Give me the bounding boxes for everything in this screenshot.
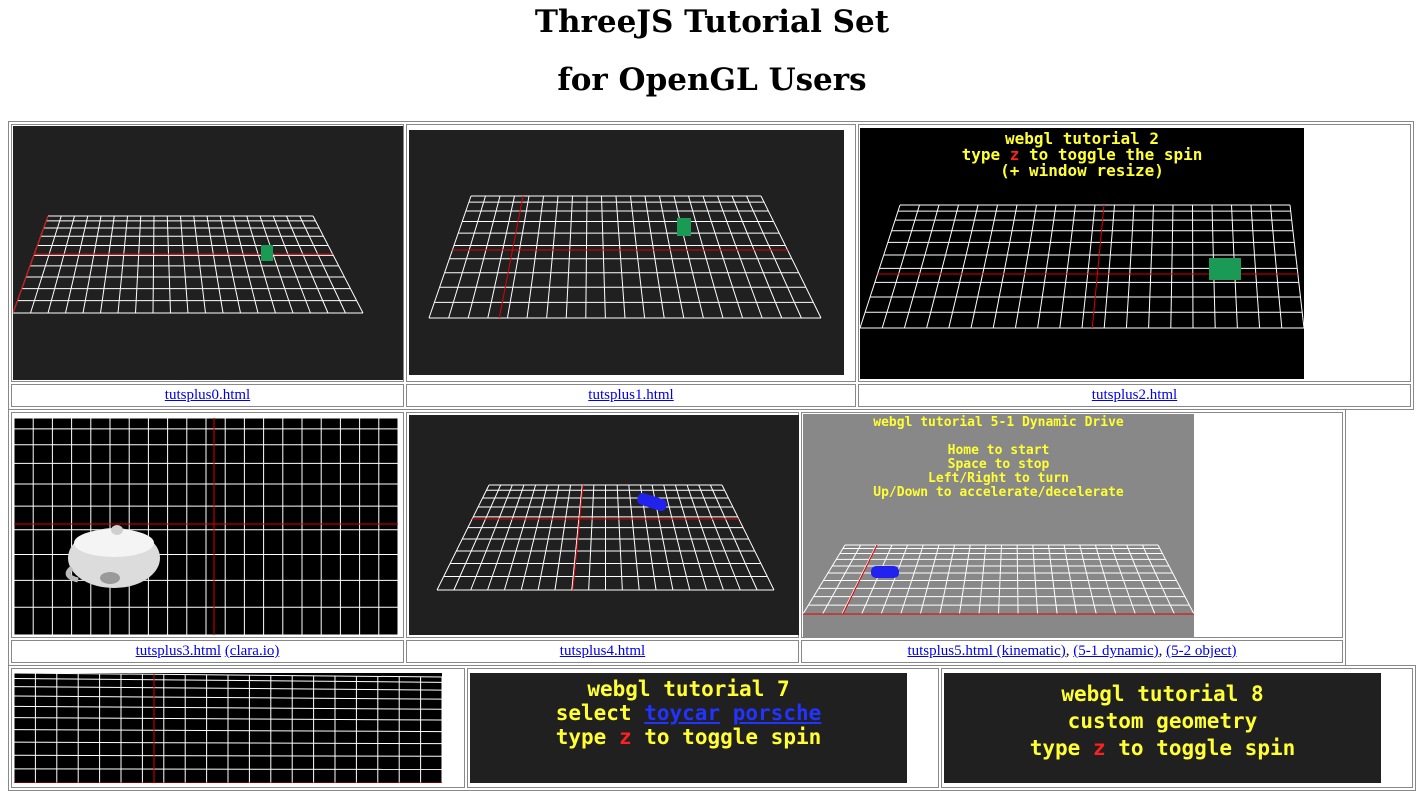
link-toycar[interactable]: toycar [644, 701, 720, 725]
tutorial-7-screenshot: webgl tutorial 7 select toycar porsche typ… [470, 673, 907, 783]
link-tutsplus2[interactable]: tutsplus2.html [1092, 387, 1177, 403]
overlay-text: select [555, 701, 645, 725]
link-tutsplus1[interactable]: tutsplus1.html [588, 387, 673, 403]
thumb-cell-6 [11, 668, 465, 788]
overlay-text: to toggle spin [631, 725, 822, 749]
tutorial-1-screenshot [409, 130, 844, 375]
thumb-cell-0 [11, 124, 404, 382]
overlay-line: select toycar porsche [470, 701, 907, 725]
tutorial-6-screenshot [14, 673, 442, 783]
thumb-cell-5: webgl tutorial 5-1 Dynamic Drive Home to … [801, 412, 1343, 638]
overlay-line: Up/Down to accelerate/decelerate [873, 485, 1124, 500]
tutorial-row-1: webgl tutorial 2 type z to toggle the spi… [8, 121, 1414, 410]
floor-grid [13, 215, 364, 314]
green-cube-icon [677, 218, 691, 236]
overlay-text: to toggle spin [1105, 736, 1296, 760]
caption-cell-4: tutsplus4.html [406, 640, 799, 663]
thumb-cell-8: webgl tutorial 8 custom geometry type z to… [941, 668, 1413, 788]
caption-cell-5: tutsplus5.html (kinematic), (5-1 dynamic… [801, 640, 1343, 663]
overlay-line: type z to toggle spin [944, 735, 1381, 762]
tutorial-5-screenshot: webgl tutorial 5-1 Dynamic Drive Home to … [803, 414, 1194, 637]
overlay-line: custom geometry [1067, 709, 1258, 733]
overlay-line: (+ window resize) [1000, 161, 1164, 180]
tutorial-7-instructions: webgl tutorial 7 select toycar porsche typ… [470, 677, 907, 749]
green-cube-icon [1209, 258, 1241, 280]
overlay-line: Left/Right to turn [928, 471, 1069, 486]
tutorial-8-screenshot: webgl tutorial 8 custom geometry type z to… [944, 673, 1381, 783]
thumb-cell-4 [406, 412, 799, 638]
link-tutsplus0[interactable]: tutsplus0.html [165, 387, 250, 403]
tutorial-row-2: webgl tutorial 5-1 Dynamic Drive Home to … [8, 409, 1346, 666]
overlay-line: webgl tutorial 7 [587, 677, 790, 701]
overlay-line: type z to toggle spin [470, 725, 907, 749]
page-title-line-2: for OpenGL Users [557, 62, 867, 98]
car-icon [871, 566, 899, 578]
link-tutsplus3[interactable]: tutsplus3.html [136, 643, 221, 659]
link-tutsplus4[interactable]: tutsplus4.html [560, 643, 645, 659]
tutorial-row-3: webgl tutorial 7 select toycar porsche typ… [8, 665, 1416, 791]
key-z: z [618, 725, 632, 749]
floor-grid [14, 673, 442, 783]
overlay-line: Space to stop [947, 457, 1050, 472]
tutorial-2-screenshot: webgl tutorial 2 type z to toggle the spi… [860, 128, 1304, 379]
key-z: z [1092, 736, 1106, 760]
overlay-line: webgl tutorial 8 [1061, 682, 1264, 706]
caption-cell-0: tutsplus0.html [11, 384, 404, 407]
overlay-text: type [1029, 736, 1093, 760]
overlay-text: type [555, 725, 619, 749]
page-title-line-1: ThreeJS Tutorial Set [534, 4, 890, 40]
link-5-2-object[interactable]: (5-2 object) [1166, 643, 1236, 659]
thumb-cell-1 [406, 124, 856, 382]
green-cube-icon [261, 245, 273, 261]
link-5-1-dynamic[interactable]: (5-1 dynamic) [1073, 643, 1158, 659]
floor-grid [428, 195, 822, 319]
thumb-cell-3 [11, 412, 404, 638]
teapot-icon [65, 525, 160, 588]
tutorial-0-screenshot [13, 126, 403, 380]
floor-grid [436, 484, 775, 591]
tutorial-3-screenshot [14, 418, 398, 635]
overlay-line: webgl tutorial 5-1 Dynamic Drive [873, 415, 1124, 430]
tutorial-5-instructions: webgl tutorial 5-1 Dynamic Drive Home to … [803, 416, 1194, 500]
caption-cell-2: tutsplus2.html [858, 384, 1411, 407]
caption-cell-1: tutsplus1.html [406, 384, 856, 407]
overlay-line: Home to start [947, 443, 1050, 458]
thumb-cell-7: webgl tutorial 7 select toycar porsche typ… [467, 668, 939, 788]
tutorial-4-screenshot [409, 415, 799, 635]
tutorial-2-instructions: webgl tutorial 2 type z to toggle the spi… [860, 131, 1304, 179]
tutorial-8-instructions: webgl tutorial 8 custom geometry type z to… [944, 681, 1381, 762]
link-clara-io[interactable]: (clara.io) [225, 643, 280, 659]
link-porsche[interactable]: porsche [733, 701, 822, 725]
caption-cell-3: tutsplus3.html (clara.io) [11, 640, 404, 663]
link-tutsplus5-kinematic[interactable]: tutsplus5.html (kinematic) [907, 643, 1065, 659]
thumb-cell-2: webgl tutorial 2 type z to toggle the spi… [858, 124, 1411, 382]
